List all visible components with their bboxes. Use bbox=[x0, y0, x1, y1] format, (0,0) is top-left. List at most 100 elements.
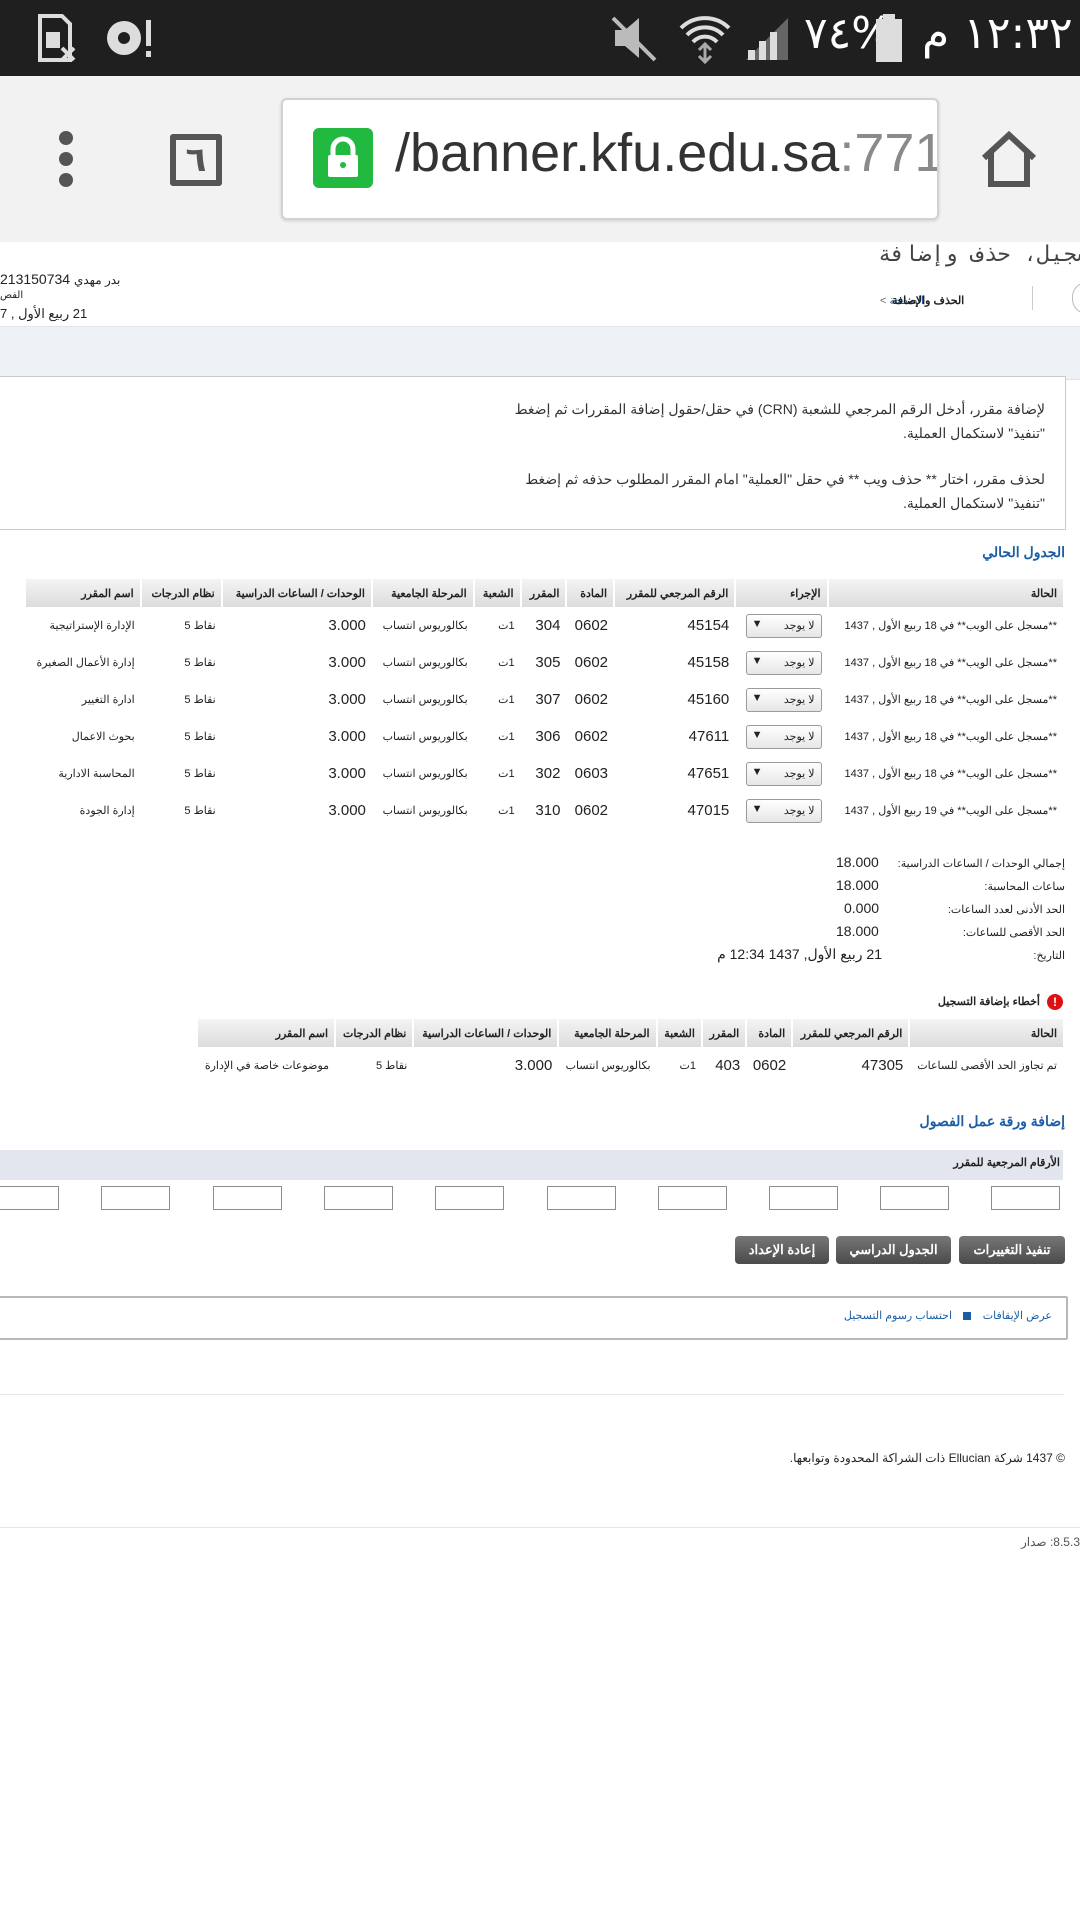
schedule-column-header: نظام الدرجات bbox=[139, 579, 222, 607]
schedule-cell-action: لا يوجد ▼ bbox=[735, 607, 827, 644]
schedule-cell-subject: 0602 bbox=[574, 802, 609, 819]
total-hours-label: إجمالي الوحدات / الساعات الدراسية: bbox=[897, 858, 1065, 870]
schedule-cell-course: 304 bbox=[535, 617, 561, 634]
signal-icon bbox=[740, 12, 794, 64]
address-bar[interactable]: /banner.kfu.edu.sa:771 bbox=[281, 98, 939, 220]
schedule-cell-action: لا يوجد ▼ bbox=[735, 792, 827, 829]
date-label: التاريخ: bbox=[1033, 950, 1065, 962]
action-select[interactable]: لا يوجد ▼ bbox=[745, 650, 822, 675]
action-select[interactable]: لا يوجد ▼ bbox=[745, 761, 822, 786]
errors-cell-grade: نقاط 5 bbox=[376, 1060, 408, 1072]
url-host: /banner.kfu.edu.sa bbox=[395, 123, 840, 183]
reset-button[interactable]: إعادة الإعداد bbox=[735, 1236, 829, 1264]
schedule-cell-action: لا يوجد ▼ bbox=[735, 644, 827, 681]
instructions-add-1: لإضافة مقرر، أدخل الرقم المرجعي للشعبة (… bbox=[514, 401, 1045, 417]
instructions-box: لإضافة مقرر، أدخل الرقم المرجعي للشعبة (… bbox=[0, 376, 1066, 530]
schedule-cell-subject: 0602 bbox=[574, 617, 609, 634]
schedule-column-header: الإجراء bbox=[734, 579, 828, 607]
schedule-cell-status: **مسجل على الويب** في 18 ربيع الأول , 14… bbox=[844, 657, 1057, 669]
errors-column-header: المقرر bbox=[700, 1019, 747, 1047]
schedule-cell-grade: نقاط 5 bbox=[184, 657, 216, 669]
schedule-cell-grade: نقاط 5 bbox=[184, 768, 216, 780]
schedule-cell-subject: 0602 bbox=[574, 728, 609, 745]
breadcrumb-separator: > bbox=[880, 295, 887, 307]
schedule-cell-section: 1ت bbox=[498, 731, 515, 743]
schedule-cell-level: بكالوريوس انتساب bbox=[382, 731, 468, 743]
schedule-cell-level: بكالوريوس انتساب bbox=[382, 768, 468, 780]
chevron-down-icon: ▼ bbox=[751, 617, 763, 630]
schedule-cell-crn: 45158 bbox=[687, 654, 730, 671]
submit-changes-button[interactable]: تنفيذ التغييرات bbox=[959, 1236, 1065, 1264]
tabs-count-button[interactable]: ٦ bbox=[170, 134, 222, 186]
menu-toggle-icon[interactable] bbox=[1072, 282, 1080, 314]
chevron-down-icon: ▼ bbox=[751, 728, 763, 741]
schedule-cell-subject: 0602 bbox=[574, 691, 609, 708]
crn-input-5[interactable] bbox=[547, 1186, 616, 1210]
web-page: سجيل، حذف وإضافة 213150734 بدر مهدي الفص… bbox=[0, 242, 1080, 1920]
crn-input-10[interactable] bbox=[0, 1186, 59, 1210]
schedule-cell-status: **مسجل على الويب** في 18 ربيع الأول , 14… bbox=[844, 768, 1057, 780]
term-label: الفص bbox=[0, 290, 24, 301]
battery-icon bbox=[872, 12, 906, 64]
action-select[interactable]: لا يوجد ▼ bbox=[745, 724, 822, 749]
fee-assessment-link[interactable]: احتساب رسوم التسجيل bbox=[800, 1309, 952, 1322]
crn-input-8[interactable] bbox=[213, 1186, 282, 1210]
schedule-column-header: المرحلة الجامعية bbox=[370, 579, 474, 607]
action-select-value: لا يوجد bbox=[783, 656, 815, 669]
action-select[interactable]: لا يوجد ▼ bbox=[745, 613, 822, 638]
schedule-cell-name: إدارة الجودة bbox=[79, 805, 135, 817]
schedule-cell-grade: نقاط 5 bbox=[184, 694, 216, 706]
errors-cell-hours: 3.000 bbox=[514, 1057, 553, 1074]
status-bar: ٧٤% ١٢:٣٢ م bbox=[0, 0, 1080, 76]
errors-cell-section: 1ت bbox=[679, 1060, 696, 1072]
crn-input-2[interactable] bbox=[880, 1186, 949, 1210]
schedule-body: **مسجل على الويب** في 18 ربيع الأول , 14… bbox=[25, 607, 1063, 829]
browser-toolbar: ٦ /banner.kfu.edu.sa:771 bbox=[0, 76, 1080, 243]
date-value: 21 ربيع الأول, 1437 12:34 م bbox=[717, 946, 882, 962]
url-port: :771 bbox=[839, 123, 939, 183]
schedule-cell-crn: 47651 bbox=[687, 765, 730, 782]
link-bullet bbox=[963, 1312, 971, 1320]
schedule-cell-grade: نقاط 5 bbox=[184, 805, 216, 817]
class-schedule-button[interactable]: الجدول الدراسي bbox=[836, 1236, 951, 1264]
schedule-cell-action: لا يوجد ▼ bbox=[735, 681, 827, 718]
crn-input-3[interactable] bbox=[769, 1186, 838, 1210]
schedule-cell-action: لا يوجد ▼ bbox=[735, 755, 827, 792]
chevron-down-icon: ▼ bbox=[751, 765, 763, 778]
divider bbox=[0, 1394, 1064, 1395]
errors-column-header: الشعبة bbox=[655, 1019, 702, 1047]
clock: ١٢:٣٢ م bbox=[922, 8, 1073, 59]
action-select-value: لا يوجد bbox=[783, 730, 815, 743]
errors-cell-course: 403 bbox=[715, 1057, 741, 1074]
crn-input-6[interactable] bbox=[435, 1186, 504, 1210]
errors-column-header: نظام الدرجات bbox=[334, 1019, 414, 1047]
schedule-cell-course: 305 bbox=[535, 654, 561, 671]
schedule-column-header: الشعبة bbox=[472, 579, 521, 607]
errors-column-header: المادة bbox=[745, 1019, 793, 1047]
breadcrumb-divider bbox=[1032, 286, 1033, 310]
schedule-cell-level: بكالوريوس انتساب bbox=[382, 805, 468, 817]
crn-input-9[interactable] bbox=[101, 1186, 170, 1210]
schedule-cell-level: بكالوريوس انتساب bbox=[382, 657, 468, 669]
action-select[interactable]: لا يوجد ▼ bbox=[745, 687, 822, 712]
schedule-row: **مسجل على الويب** في 18 ربيع الأول , 14… bbox=[25, 644, 1063, 681]
schedule-cell-section: 1ت bbox=[498, 768, 515, 780]
menu-dots-icon[interactable] bbox=[56, 130, 76, 188]
sync-alert-icon bbox=[100, 12, 160, 64]
current-schedule-title: الجدول الحالي bbox=[982, 544, 1065, 560]
home-icon[interactable] bbox=[978, 130, 1040, 188]
schedule-column-header: الرقم المرجعي للمقرر bbox=[613, 579, 736, 607]
schedule-cell-status: **مسجل على الويب** في 18 ربيع الأول , 14… bbox=[844, 731, 1057, 743]
schedule-cell-section: 1ت bbox=[498, 657, 515, 669]
crn-input-1[interactable] bbox=[991, 1186, 1060, 1210]
schedule-cell-level: بكالوريوس انتساب bbox=[382, 694, 468, 706]
crn-input-7[interactable] bbox=[324, 1186, 393, 1210]
view-holds-link[interactable]: عرض الإيقافات bbox=[960, 1309, 1052, 1322]
action-select[interactable]: لا يوجد ▼ bbox=[745, 798, 822, 823]
url-text: /banner.kfu.edu.sa:771 bbox=[395, 122, 939, 184]
schedule-row: **مسجل على الويب** في 18 ربيع الأول , 14… bbox=[25, 681, 1063, 718]
schedule-cell-grade: نقاط 5 bbox=[184, 620, 216, 632]
crn-input-4[interactable] bbox=[658, 1186, 727, 1210]
header-date: 21 ربيع الأول , 7 bbox=[0, 306, 88, 321]
billing-hours-value: 18.000 bbox=[836, 877, 879, 893]
